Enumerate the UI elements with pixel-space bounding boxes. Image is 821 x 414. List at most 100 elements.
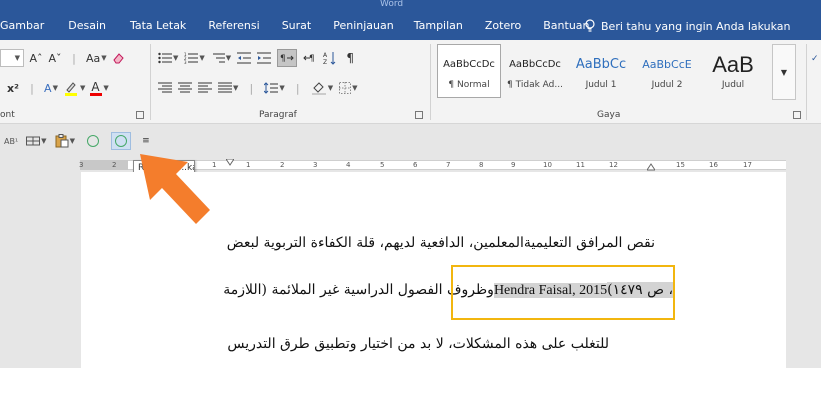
show-formatting-button[interactable]: ¶ — [343, 49, 357, 67]
separator-icon: | — [72, 51, 76, 65]
change-case-button[interactable]: Aa ▼ — [86, 49, 107, 67]
separator-icon: | — [30, 81, 34, 95]
document-line-3[interactable]: للتغلب على هذه المشكلات، لا بد من اختيار… — [227, 336, 609, 352]
style-normal[interactable]: AaBbCcDc ¶ Normal — [437, 44, 501, 98]
tab-bantuan[interactable]: Bantuan — [543, 16, 589, 36]
borders-button[interactable]: ▼ — [339, 79, 358, 97]
tab-surat[interactable]: Surat — [282, 16, 312, 36]
tab-gambar[interactable]: Gambar — [0, 16, 44, 36]
tab-zotero[interactable]: Zotero — [485, 16, 521, 36]
line-spacing-button[interactable]: ▼ — [264, 79, 285, 97]
tab-tata-letak[interactable]: Tata Letak — [130, 16, 186, 36]
font-dialog-launcher[interactable] — [136, 111, 144, 119]
ruler-number: 4 — [346, 161, 351, 169]
highlight-color-button[interactable]: ▼ — [63, 79, 85, 97]
style-label: ¶ Tidak Ad... — [507, 80, 563, 90]
chevron-down-icon: ▼ — [41, 137, 47, 145]
style-sample: AaB — [712, 52, 754, 77]
lightbulb-icon — [585, 19, 595, 32]
style-heading-1[interactable]: AaBbCc Judul 1 — [569, 44, 633, 98]
chevron-down-icon: ▼ — [69, 137, 75, 145]
rtl-indent-button[interactable] — [110, 132, 131, 150]
table-row-icon — [26, 136, 41, 146]
eraser-icon — [113, 53, 124, 64]
align-left-icon — [198, 82, 212, 93]
svg-text:¶: ¶ — [280, 54, 286, 64]
right-indent-marker-icon[interactable] — [647, 163, 655, 171]
multilevel-list-icon — [212, 53, 225, 63]
styles-more-button[interactable]: ▼ — [772, 44, 796, 100]
bullets-button[interactable]: ▼ — [158, 49, 178, 67]
grow-font-button[interactable]: Aˆ — [29, 49, 43, 67]
styles-dialog-launcher[interactable] — [793, 111, 801, 119]
clipboard-icon — [55, 134, 69, 148]
ruler-number: 10 — [543, 161, 552, 169]
ruler-number: 15 — [676, 161, 685, 169]
ruler-number: 6 — [413, 161, 418, 169]
chevron-down-icon: ▼ — [279, 84, 285, 92]
sort-icon: AZ — [323, 52, 336, 65]
window-title: Word — [380, 0, 404, 9]
align-right-icon — [158, 82, 172, 93]
insert-table-button[interactable]: ▼ — [26, 132, 47, 150]
rtl-direction-button[interactable]: ¶ — [303, 49, 317, 67]
align-right-button[interactable] — [158, 79, 172, 97]
font-size-dropdown[interactable]: ▼ — [0, 49, 24, 67]
ruler-number: 3 — [313, 161, 318, 169]
style-title[interactable]: AaB Judul — [701, 44, 765, 98]
style-no-spacing[interactable]: AaBbCcDc ¶ Tidak Ad... — [503, 44, 567, 98]
chevron-down-icon: ▼ — [103, 84, 109, 92]
align-left-button[interactable] — [198, 79, 212, 97]
align-center-icon — [178, 82, 192, 93]
increase-indent-button[interactable] — [257, 49, 272, 67]
style-heading-2[interactable]: AaBbCcE Judul 2 — [635, 44, 699, 98]
ribbon-tabs: Gambar Desain Tata Letak Referensi Surat… — [0, 16, 590, 36]
tell-me-search[interactable]: Beri tahu yang ingin Anda lakukan — [585, 16, 791, 36]
tab-referensi[interactable]: Referensi — [208, 16, 259, 36]
font-color-button[interactable]: A ▼ — [90, 79, 109, 97]
styles-gallery: AaBbCcDc ¶ Normal AaBbCcDc ¶ Tidak Ad...… — [437, 44, 769, 100]
chevron-down-icon: ▼ — [52, 84, 58, 92]
style-shortcut-icon[interactable]: AB¹ — [4, 132, 18, 150]
tab-peninjauan[interactable]: Peninjauan — [333, 16, 394, 36]
group-divider — [806, 44, 807, 120]
chevron-down-icon: ▼ — [80, 84, 86, 92]
find-icon[interactable]: ✓ — [811, 54, 819, 64]
chevron-down-icon: ▼ — [14, 54, 20, 62]
document-line-1[interactable]: نقص المرافق التعليميةالمعلمين، الدافعية … — [227, 235, 655, 251]
decrease-indent-button[interactable] — [237, 49, 252, 67]
ruler-margin — [80, 160, 128, 170]
font-row-2: x² | A ▼ ▼ A ▼ — [6, 78, 109, 98]
qat-row: AB¹ ▼ ▼ ≡ — [4, 132, 153, 150]
font-group-label: ont — [0, 110, 15, 120]
justify-button[interactable]: ▼ — [218, 79, 238, 97]
ruler-number: 3 — [79, 161, 84, 169]
paragraph-dialog-launcher[interactable] — [415, 111, 423, 119]
shading-button[interactable]: ▼ — [311, 79, 333, 97]
multilevel-list-button[interactable]: ▼ — [211, 49, 231, 67]
ltr-direction-button[interactable]: ¶ — [277, 49, 298, 67]
chevron-down-icon: ▼ — [199, 54, 205, 62]
paste-button[interactable]: ▼ — [55, 132, 75, 150]
tab-desain[interactable]: Desain — [68, 16, 106, 36]
clear-formatting-button[interactable] — [112, 49, 126, 67]
ruler-number: 1 — [246, 161, 251, 169]
style-label: Judul 2 — [651, 80, 683, 90]
paint-bucket-icon — [311, 82, 326, 95]
paragraph-row-2: ▼ | ▼ | ▼ ▼ — [158, 78, 358, 98]
numbering-button[interactable]: 123 ▼ — [184, 49, 204, 67]
pointer-arrow-icon — [140, 154, 210, 224]
group-divider — [430, 44, 431, 120]
align-center-button[interactable] — [178, 79, 192, 97]
circle-shape-button[interactable] — [83, 132, 103, 150]
ruler-number: 2 — [280, 161, 285, 169]
ruler-number: 11 — [576, 161, 585, 169]
style-label: Judul 1 — [585, 80, 617, 90]
sort-button[interactable]: AZ — [323, 49, 337, 67]
horizontal-ruler: 3 2 1 1 2 3 4 5 6 7 8 9 10 11 12 15 16 1… — [0, 158, 821, 172]
text-effects-button[interactable]: A ▼ — [44, 79, 58, 97]
shrink-font-button[interactable]: Aˇ — [48, 49, 62, 67]
tab-tampilan[interactable]: Tampilan — [414, 16, 463, 36]
superscript-button[interactable]: x² — [6, 79, 20, 97]
style-sample: AaBbCcDc — [509, 59, 561, 70]
